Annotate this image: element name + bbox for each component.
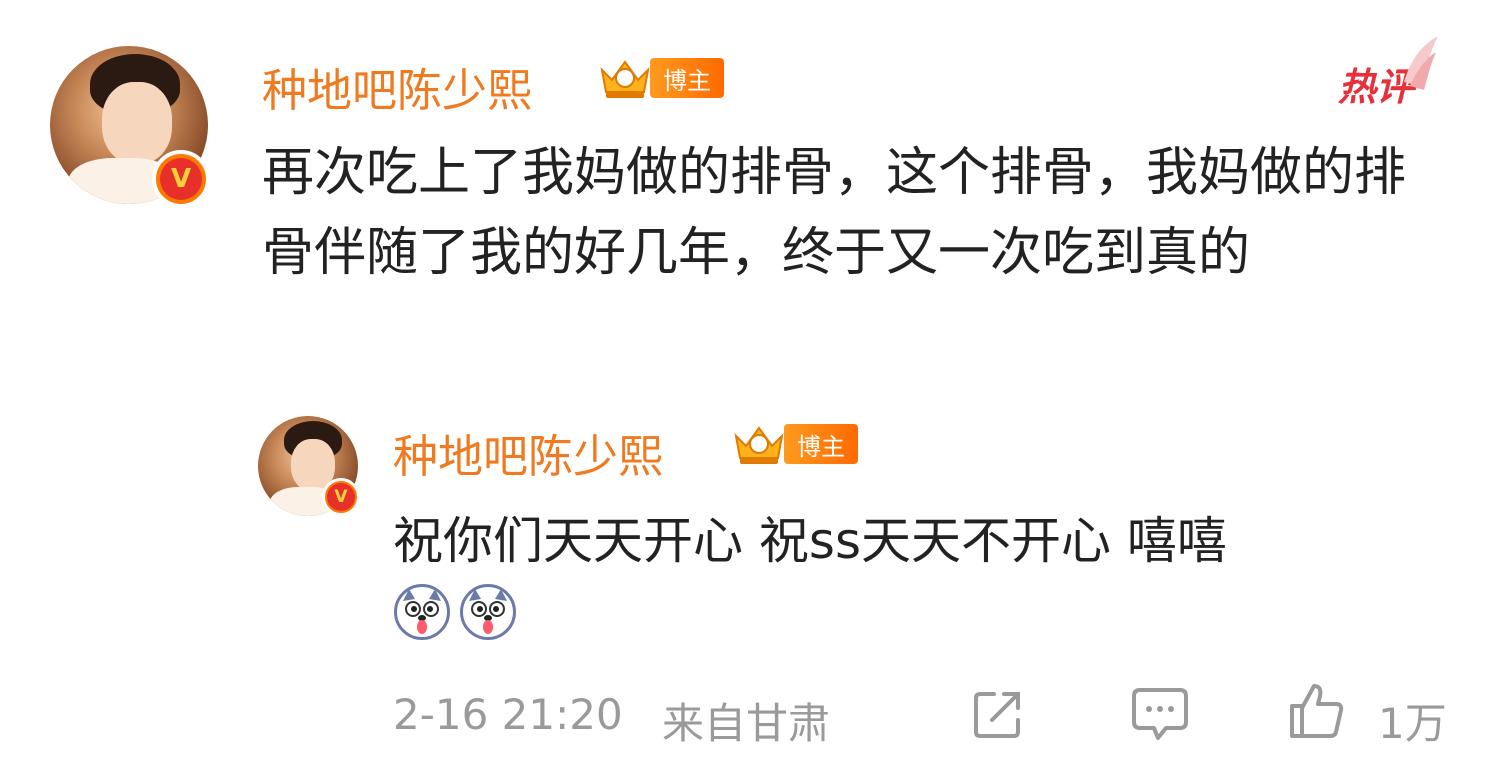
comment-location: 来自甘肃 bbox=[662, 699, 831, 748]
comment-icon[interactable] bbox=[1130, 686, 1190, 744]
husky-emoji bbox=[394, 584, 450, 640]
avatar-face bbox=[102, 82, 172, 164]
blogger-badge: 博主 bbox=[596, 54, 724, 102]
crown-icon bbox=[730, 420, 788, 468]
share-icon[interactable] bbox=[972, 688, 1028, 740]
verified-v-icon: V bbox=[322, 478, 360, 516]
comment-text: 再次吃上了我妈做的排骨，这个排骨，我妈做的排骨伴随了我的好几年，终于又一次吃到真… bbox=[262, 143, 1407, 283]
like-count: 1万 bbox=[1378, 699, 1447, 748]
hot-wing-icon bbox=[1404, 36, 1438, 90]
thumbs-up-icon[interactable] bbox=[1288, 682, 1346, 740]
verified-v-icon: V bbox=[152, 150, 210, 208]
husky-emoji bbox=[460, 584, 516, 640]
reply-username[interactable]: 种地吧陈少熙 bbox=[393, 420, 663, 485]
commenter-username[interactable]: 种地吧陈少熙 bbox=[262, 54, 532, 119]
comment-timestamp: 2-16 21:20 bbox=[393, 690, 623, 739]
reply-text: 祝你们天天开心 祝ss天天不开心 嘻嘻 bbox=[393, 512, 1227, 570]
crown-icon bbox=[596, 54, 654, 102]
blogger-tag: 博主 bbox=[650, 58, 724, 98]
blogger-badge: 博主 bbox=[730, 420, 858, 468]
blogger-tag: 博主 bbox=[784, 424, 858, 464]
